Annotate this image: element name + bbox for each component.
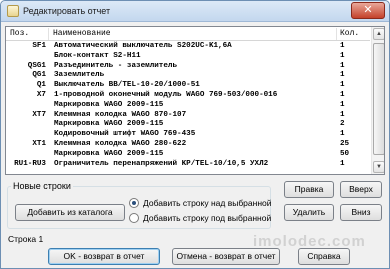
row-position-cell: XT1 xyxy=(32,139,46,148)
table-row[interactable]: Маркировка WAGO 2009-115 2 xyxy=(6,120,370,130)
table-row[interactable]: Блок-контакт S2-H11 1 xyxy=(6,52,370,62)
radio-add-above-indicator[interactable] xyxy=(129,198,139,208)
move-up-button[interactable]: Вверх xyxy=(340,181,382,198)
row-name-cell: Маркировка WAGO 2009-115 xyxy=(54,100,164,109)
scrollbar-thumb[interactable] xyxy=(373,43,384,155)
row-name-cell: Клеммная колодка WAGO 870-107 xyxy=(54,110,187,119)
row-position-cell: SF1 xyxy=(32,42,46,50)
move-down-button[interactable]: Вниз xyxy=(340,204,382,221)
row-name-cell: Автоматический выключатель S202UC-K1,6A xyxy=(54,42,232,50)
table-row[interactable]: Q1 Выключатель BB/TEL-10-20/1000-51 1 xyxy=(6,81,370,91)
report-edit-icon xyxy=(7,5,19,17)
edit-report-dialog: Редактировать отчет ✕ Поз. Наименование … xyxy=(0,0,390,269)
row-position-cell: RU1-RU3 xyxy=(14,159,46,168)
row-quantity-cell: 1 xyxy=(340,61,345,70)
table-row[interactable]: QG1 Заземлитель 1 xyxy=(6,71,370,81)
vertical-scrollbar[interactable]: ▲ ▼ xyxy=(371,27,384,174)
row-quantity-cell: 1 xyxy=(340,42,345,50)
table-row[interactable]: Маркировка WAGO 2009-115 50 xyxy=(6,150,370,160)
row-quantity-cell: 50 xyxy=(340,149,350,158)
list-header: Поз. Наименование Кол. xyxy=(6,27,370,41)
help-button[interactable]: Справка xyxy=(298,248,350,265)
add-from-catalog-button[interactable]: Добавить из каталога xyxy=(15,204,125,221)
column-header-quantity[interactable]: Кол. xyxy=(340,29,359,38)
radio-add-below-indicator[interactable] xyxy=(129,213,139,223)
table-row[interactable]: SF1 Автоматический выключатель S202UC-K1,… xyxy=(6,42,370,52)
window-title: Редактировать отчет xyxy=(23,6,111,16)
row-name-cell: 1-проводной оконечный модуль WAGO 769-50… xyxy=(54,90,278,99)
row-quantity-cell: 1 xyxy=(340,130,345,139)
row-quantity-cell: 1 xyxy=(340,71,345,80)
report-rows-list[interactable]: Поз. Наименование Кол. SF1 Автоматический… xyxy=(5,26,385,175)
row-position-cell: Q1 xyxy=(36,81,46,90)
radio-add-above-label[interactable]: Добавить строку над выбранной xyxy=(143,198,272,208)
row-quantity-cell: 1 xyxy=(340,51,345,60)
table-row[interactable]: XT7 Клеммная колодка WAGO 870-107 1 xyxy=(6,111,370,121)
table-row[interactable]: QSG1 Разъединитель - заземлитель 1 xyxy=(6,62,370,72)
column-header-position[interactable]: Поз. xyxy=(10,29,29,38)
row-quantity-cell: 2 xyxy=(340,120,345,129)
row-quantity-cell: 1 xyxy=(340,110,345,119)
row-quantity-cell: 1 xyxy=(340,90,345,99)
row-name-cell: Клеммная колодка WAGO 280-622 xyxy=(54,139,187,148)
row-name-cell: Разъединитель - заземлитель xyxy=(54,61,178,70)
row-quantity-cell: 1 xyxy=(340,159,345,168)
title-bar[interactable]: Редактировать отчет ✕ xyxy=(1,1,389,22)
delete-button[interactable]: Удалить xyxy=(284,204,334,221)
table-row[interactable]: Маркировка WAGO 2009-115 1 xyxy=(6,101,370,111)
table-row[interactable]: X7 1-проводной оконечный модуль WAGO 769-… xyxy=(6,91,370,101)
row-name-cell: Ограничитель перенапряжений KP/TEL-10/10… xyxy=(54,159,269,168)
row-name-cell: Кодировочный штифт WAGO 769-435 xyxy=(54,130,196,139)
table-row[interactable]: XT1 Клеммная колодка WAGO 280-622 25 xyxy=(6,140,370,150)
column-header-name[interactable]: Наименование xyxy=(53,29,111,38)
row-quantity-cell: 1 xyxy=(340,81,345,90)
row-name-cell: Маркировка WAGO 2009-115 xyxy=(54,149,164,158)
status-line-indicator: Строка 1 xyxy=(8,234,44,244)
column-divider[interactable] xyxy=(336,28,337,40)
row-name-cell: Заземлитель xyxy=(54,71,105,80)
row-position-cell: X7 xyxy=(36,90,46,99)
cancel-button[interactable]: Отмена - возврат в отчет xyxy=(172,248,280,265)
row-quantity-cell: 1 xyxy=(340,100,345,109)
close-icon: ✕ xyxy=(363,4,373,16)
scroll-down-arrow-icon[interactable]: ▼ xyxy=(373,161,384,173)
radio-add-below-label[interactable]: Добавить строку под выбранной xyxy=(143,213,271,223)
row-name-cell: Маркировка WAGO 2009-115 xyxy=(54,120,164,129)
edit-button[interactable]: Правка xyxy=(284,181,334,198)
column-divider[interactable] xyxy=(48,28,49,40)
table-row[interactable]: Кодировочный штифт WAGO 769-435 1 xyxy=(6,130,370,140)
row-position-cell: QSG1 xyxy=(27,61,46,70)
row-name-cell: Блок-контакт S2-H11 xyxy=(54,51,141,60)
row-position-cell: QG1 xyxy=(32,71,46,80)
ok-button[interactable]: OK - возврат в отчет xyxy=(48,248,160,265)
new-rows-group-label: Новые строки xyxy=(11,181,73,191)
row-quantity-cell: 25 xyxy=(340,139,350,148)
row-position-cell: XT7 xyxy=(32,110,46,119)
row-name-cell: Выключатель BB/TEL-10-20/1000-51 xyxy=(54,81,200,90)
list-rows: SF1 Автоматический выключатель S202UC-K1,… xyxy=(6,42,370,169)
table-row[interactable]: RU1-RU3 Ограничитель перенапряжений KP/TE… xyxy=(6,160,370,170)
scroll-up-arrow-icon[interactable]: ▲ xyxy=(373,28,384,40)
close-button[interactable]: ✕ xyxy=(351,2,385,19)
